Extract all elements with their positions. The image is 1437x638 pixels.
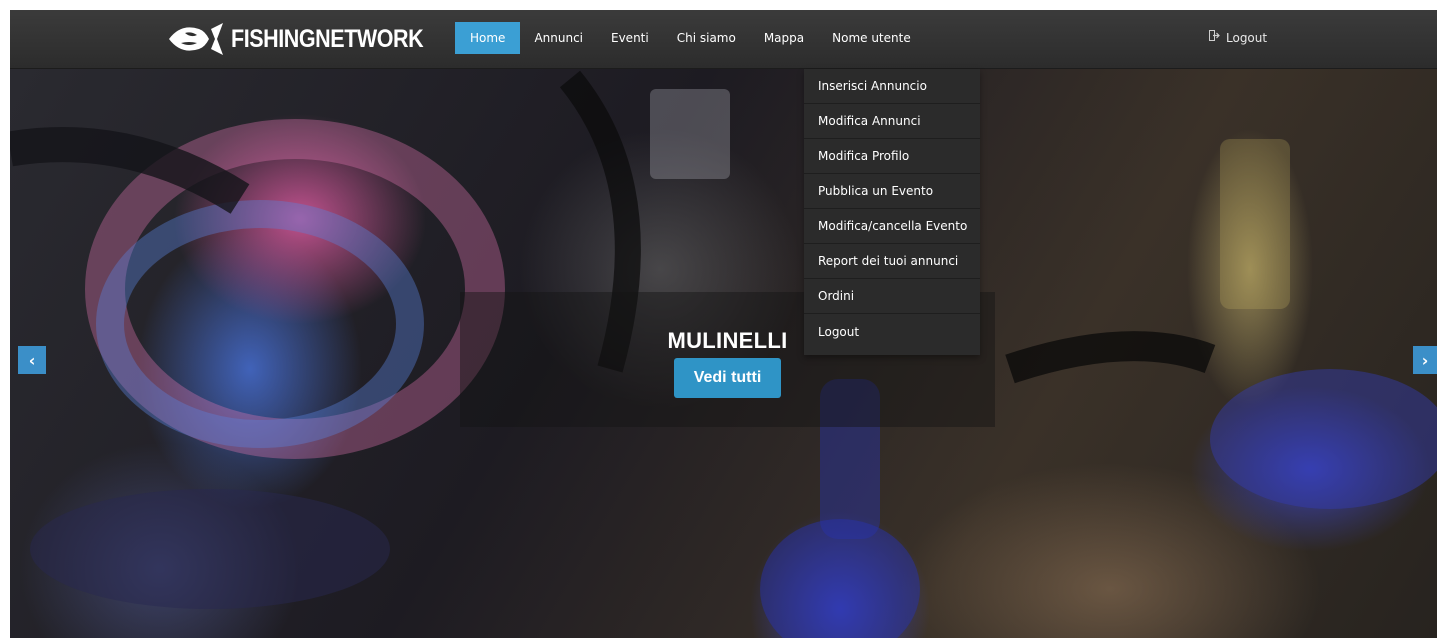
- nav-item-user-menu[interactable]: Nome utente: [818, 22, 925, 54]
- chevron-right-icon: ›: [1421, 350, 1429, 370]
- see-all-button[interactable]: Vedi tutti: [674, 358, 781, 398]
- menu-item-modifica-annunci[interactable]: Modifica Annunci: [804, 104, 980, 139]
- menu-item-pubblica-evento[interactable]: Pubblica un Evento: [804, 174, 980, 209]
- nav-item-chi-siamo[interactable]: Chi siamo: [663, 22, 750, 54]
- nav-menu: Home Annunci Eventi Chi siamo Mappa Nome…: [455, 22, 925, 54]
- menu-item-inserisci-annuncio[interactable]: Inserisci Annuncio: [804, 69, 980, 104]
- chevron-left-icon: ‹: [28, 350, 36, 370]
- logout-link[interactable]: Logout: [1209, 22, 1267, 54]
- navbar: FISHINGNETWORK Home Annunci Eventi Chi s…: [10, 10, 1437, 69]
- nav-item-eventi[interactable]: Eventi: [597, 22, 663, 54]
- menu-item-modifica-profilo[interactable]: Modifica Profilo: [804, 139, 980, 174]
- logout-label: Logout: [1226, 31, 1268, 45]
- fish-logo-icon: [169, 23, 223, 55]
- logout-icon: [1209, 29, 1220, 41]
- page: MULINELLI Vedi tutti ‹ › FISHINGNETWORK …: [0, 0, 1437, 638]
- menu-item-ordini[interactable]: Ordini: [804, 279, 980, 314]
- menu-item-report-annunci[interactable]: Report dei tuoi annunci: [804, 244, 980, 279]
- nav-item-home[interactable]: Home: [455, 22, 521, 54]
- nav-item-mappa[interactable]: Mappa: [750, 22, 818, 54]
- hero-carousel: MULINELLI Vedi tutti ‹ ›: [10, 69, 1437, 638]
- carousel-next-button[interactable]: ›: [1413, 346, 1437, 374]
- brand-name: FISHINGNETWORK: [231, 24, 424, 53]
- user-dropdown-menu: Inserisci Annuncio Modifica Annunci Modi…: [804, 69, 980, 355]
- carousel-prev-button[interactable]: ‹: [18, 346, 46, 374]
- nav-item-annunci[interactable]: Annunci: [520, 22, 597, 54]
- brand-logo[interactable]: FISHINGNETWORK: [167, 19, 455, 59]
- menu-item-logout[interactable]: Logout: [804, 314, 980, 349]
- menu-item-modifica-cancella-evento[interactable]: Modifica/cancella Evento: [804, 209, 980, 244]
